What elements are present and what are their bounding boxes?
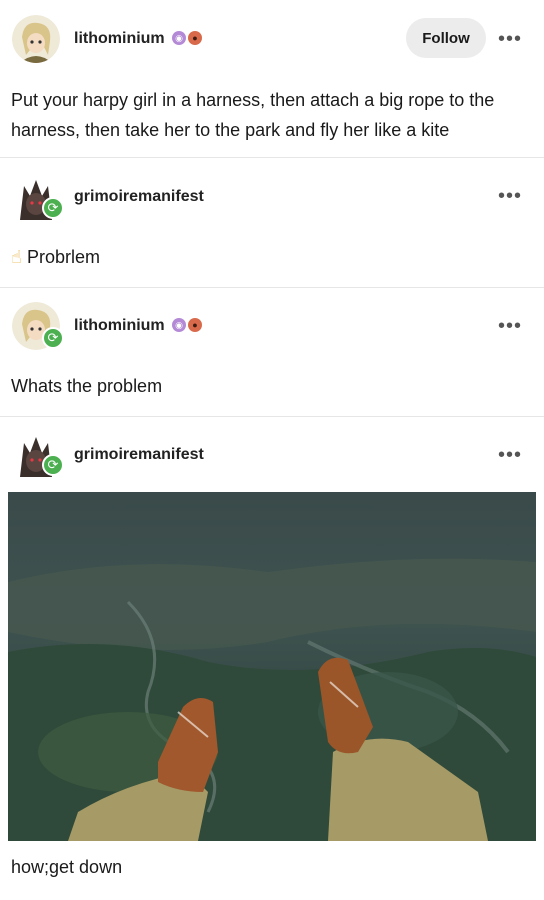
paw-badge-icon: ● (188, 318, 202, 332)
post-text: Whats the problem (11, 376, 163, 396)
user-badges: ◉ ● (172, 318, 202, 332)
reblog-1: ⟳ grimoiremanifest ••• ☝ Probrlem (0, 157, 544, 288)
podcast-badge-icon: ◉ (172, 31, 186, 45)
post-original: lithominium ◉ ● Follow ••• Put your harp… (0, 0, 544, 158)
post-text-content: Probrlem (26, 247, 101, 267)
username[interactable]: grimoiremanifest (74, 446, 204, 464)
reblog-2: ⟳ lithominium ◉ ● ••• Whats the problem (0, 287, 544, 417)
follow-button[interactable]: Follow (406, 18, 486, 58)
user-badges: ◉ ● (172, 31, 202, 45)
podcast-badge-icon: ◉ (172, 318, 186, 332)
username[interactable]: grimoiremanifest (74, 188, 204, 206)
paw-badge-icon: ● (188, 31, 202, 45)
more-options-icon[interactable]: ••• (498, 29, 522, 49)
post-text: ☝ Probrlem (11, 242, 100, 272)
post-text: Put your harpy girl in a harness, then a… (11, 90, 495, 140)
username[interactable]: lithominium (74, 30, 165, 48)
more-options-icon[interactable]: ••• (498, 186, 522, 206)
reblog-icon: ⟳ (42, 454, 64, 476)
reblog-icon: ⟳ (42, 197, 64, 219)
more-options-icon[interactable]: ••• (498, 445, 522, 465)
username[interactable]: lithominium (74, 317, 165, 335)
photo-caption: how;get down (11, 857, 123, 877)
avatar-lithominium[interactable] (12, 15, 60, 63)
more-options-icon[interactable]: ••• (498, 316, 522, 336)
pointing-up-emoji: ☝ (11, 247, 22, 267)
reblog-icon: ⟳ (42, 327, 64, 349)
post-photo[interactable] (8, 492, 536, 841)
